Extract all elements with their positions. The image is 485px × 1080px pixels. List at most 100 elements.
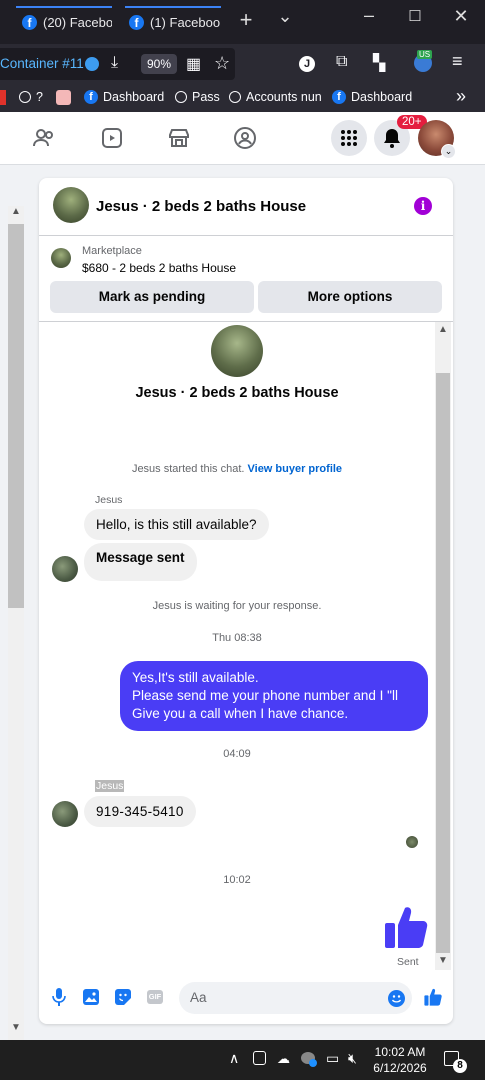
image-icon[interactable] xyxy=(83,989,99,1005)
browser-tab-1[interactable]: f (20) Facebook xyxy=(16,6,112,39)
globe-icon xyxy=(19,91,31,103)
message-input[interactable]: Aa xyxy=(179,982,412,1014)
intro-title: Jesus · 2 beds 2 baths House xyxy=(135,385,339,401)
read-receipt-avatar xyxy=(406,836,418,848)
taskbar: ∧ ☁ ▭ 🔇︎ 10:02 AM 6/12/2026 8 xyxy=(0,1040,485,1080)
menu-icon[interactable]: ≡ xyxy=(452,51,463,72)
like-button-icon[interactable] xyxy=(424,988,442,1006)
chat-started-note: Jesus started this chat. View buyer prof… xyxy=(39,463,435,475)
thumbs-up-sticker-icon[interactable] xyxy=(384,905,428,949)
bookmark-accounts[interactable]: Accounts nun xyxy=(229,90,322,104)
more-options-button[interactable]: More options xyxy=(258,281,442,313)
facebook-icon: f xyxy=(332,90,346,104)
thread-scrollbar[interactable]: ▲ ▼ xyxy=(435,322,451,970)
facebook-icon: f xyxy=(22,15,37,30)
watch-icon[interactable] xyxy=(100,126,124,150)
listing-title[interactable]: $680 - 2 beds 2 baths House xyxy=(82,261,236,275)
thread-scrollbar-thumb[interactable] xyxy=(436,373,450,953)
notification-center-badge: 8 xyxy=(453,1059,467,1073)
bookmark-partial-icon[interactable] xyxy=(0,90,6,105)
incoming-message[interactable]: 919-345-5410 xyxy=(84,796,196,827)
sent-status: Sent xyxy=(397,956,419,968)
tab-title: (20) Facebook xyxy=(43,15,112,30)
bookmark-label: Dashboard xyxy=(351,90,413,104)
container-label: Container #11 xyxy=(0,56,84,71)
download-icon[interactable]: ⤓ xyxy=(111,54,118,72)
timestamp: 10:02 xyxy=(223,874,251,886)
chat-window: Jesus · 2 beds 2 baths House i Marketpla… xyxy=(39,178,453,1024)
started-note-text: Jesus started this chat. xyxy=(131,463,245,475)
grid-icon xyxy=(341,130,357,146)
scroll-up-arrow-icon[interactable]: ▲ xyxy=(435,324,451,338)
incoming-message[interactable]: Message sent xyxy=(84,543,197,581)
gif-icon[interactable]: GIF xyxy=(147,990,163,1004)
groups-icon[interactable] xyxy=(233,126,257,150)
timestamp: Thu 08:38 xyxy=(212,632,262,644)
listing-large-avatar xyxy=(211,325,263,377)
bookmark-label: Pass xyxy=(192,90,220,104)
new-tab-button[interactable]: + xyxy=(234,7,258,33)
view-buyer-profile-link[interactable]: View buyer profile xyxy=(248,463,343,475)
marketplace-icon[interactable] xyxy=(167,126,191,150)
sticker-icon[interactable] xyxy=(115,989,131,1005)
browser-tab-bar: f (20) Facebook f (1) Facebook + ⌄ – ☐ ✕ xyxy=(0,0,485,44)
chat-title: Jesus · 2 beds 2 baths House xyxy=(96,198,307,215)
chevron-up-icon[interactable]: ∧ xyxy=(229,1050,239,1067)
tab-list-button[interactable]: ⌄ xyxy=(273,6,297,27)
menu-grid-button[interactable] xyxy=(331,120,367,156)
microphone-icon[interactable] xyxy=(52,988,66,1006)
info-badge-icon xyxy=(309,1059,317,1067)
volume-muted-icon[interactable]: 🔇︎ xyxy=(348,1050,357,1067)
message-line: Give you a call when I have chance. xyxy=(132,706,349,721)
chat-avatar xyxy=(53,187,89,223)
facebook-icon: f xyxy=(129,15,144,30)
emoji-icon[interactable] xyxy=(388,990,405,1007)
minimize-button[interactable]: – xyxy=(357,5,381,26)
scroll-down-arrow-icon[interactable]: ▼ xyxy=(435,955,451,969)
bookmark-site-icon[interactable] xyxy=(56,90,71,105)
page-scrollbar[interactable]: ▲ ▼ xyxy=(8,206,24,1040)
container-indicator-icon xyxy=(85,57,99,71)
bookmarks-overflow-button[interactable]: » xyxy=(456,86,466,107)
vpn-country-badge: US xyxy=(417,50,433,59)
bookmark-label: ? xyxy=(36,90,43,104)
cloud-sync-icon[interactable]: ☁ xyxy=(277,1051,290,1067)
qr-code-icon[interactable]: ▦ xyxy=(186,54,201,74)
addons-icon[interactable]: ▚ xyxy=(373,53,385,73)
scroll-up-arrow-icon[interactable]: ▲ xyxy=(8,206,24,222)
browser-tab-2[interactable]: f (1) Facebook xyxy=(125,6,221,39)
chat-header[interactable]: Jesus · 2 beds 2 baths House i xyxy=(39,178,453,236)
account-icon[interactable]: J xyxy=(299,56,315,72)
bookmark-label: Accounts nun xyxy=(246,90,322,104)
listing-source: Marketplace xyxy=(82,245,142,257)
scroll-down-arrow-icon[interactable]: ▼ xyxy=(8,1022,24,1038)
bookmark-star-icon[interactable]: ☆ xyxy=(214,53,230,74)
maximize-button[interactable]: ☐ xyxy=(403,7,427,25)
bookmark-pass[interactable]: Pass xyxy=(175,90,220,104)
message-line: Yes,It's still available. xyxy=(132,670,259,685)
bookmark-item[interactable]: ? xyxy=(19,90,43,104)
info-icon[interactable]: i xyxy=(414,197,432,215)
sender-avatar xyxy=(52,801,78,827)
meet-icon[interactable] xyxy=(253,1051,266,1065)
close-window-button[interactable]: ✕ xyxy=(449,6,473,27)
mark-as-pending-button[interactable]: Mark as pending xyxy=(50,281,254,313)
bell-icon xyxy=(384,129,400,148)
page-scrollbar-thumb[interactable] xyxy=(8,224,24,608)
message-line: Please send me your phone number and I "… xyxy=(132,688,398,703)
outgoing-message[interactable]: Yes,It's still available. Please send me… xyxy=(120,661,428,731)
incoming-message[interactable]: Hello, is this still available? xyxy=(84,509,269,540)
bookmark-dashboard[interactable]: f Dashboard xyxy=(84,90,164,104)
sender-name: Jesus xyxy=(95,494,123,506)
clock-date: 6/12/2026 xyxy=(373,1061,427,1075)
url-bar[interactable]: Container #11 ⤓ 90% ▦ ☆ xyxy=(0,48,235,80)
bookmark-label: Dashboard xyxy=(103,90,165,104)
zoom-level-button[interactable]: 90% xyxy=(141,54,178,74)
network-icon[interactable]: ▭ xyxy=(326,1050,339,1067)
listing-thumbnail xyxy=(51,248,71,268)
friends-icon[interactable] xyxy=(32,126,56,150)
timestamp: 04:09 xyxy=(223,748,251,760)
extensions-icon[interactable]: ⧉ xyxy=(336,53,347,71)
bookmark-dashboard-2[interactable]: f Dashboard xyxy=(332,90,412,104)
clock[interactable]: 10:02 AM 6/12/2026 xyxy=(366,1044,434,1076)
